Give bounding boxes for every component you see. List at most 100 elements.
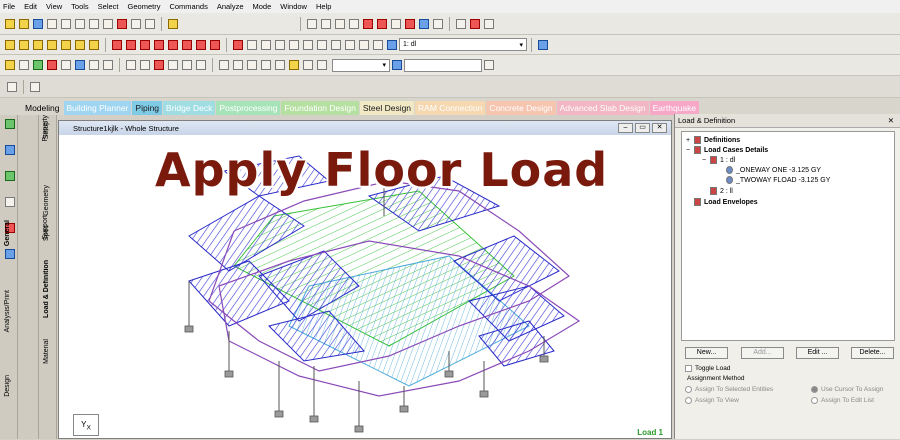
- zoom-window-icon[interactable]: [247, 39, 257, 50]
- zoom-in-icon[interactable]: [261, 39, 271, 50]
- rotate-down-icon[interactable]: [126, 39, 136, 50]
- toggle-load-checkbox[interactable]: Toggle Load: [685, 365, 730, 372]
- plates-cursor-icon[interactable]: [261, 60, 271, 70]
- load-tree[interactable]: + Definitions − Load Cases Details −1 : dl…: [681, 131, 895, 341]
- cube-right-icon[interactable]: [47, 39, 57, 50]
- solid-icon[interactable]: [349, 18, 359, 29]
- beam-icon[interactable]: [321, 18, 331, 29]
- mode-tab-building-planner[interactable]: Building Planner: [63, 101, 132, 115]
- label-icon[interactable]: [140, 60, 150, 70]
- beams-cursor-icon[interactable]: [247, 60, 257, 70]
- view-f-icon[interactable]: [75, 60, 85, 70]
- mode-tab-steel-design[interactable]: Steel Design: [359, 101, 415, 115]
- setup-icon[interactable]: [5, 119, 15, 129]
- color-icon[interactable]: [419, 18, 429, 29]
- surface-cursor-icon[interactable]: [275, 60, 285, 70]
- pan-icon[interactable]: [196, 39, 206, 50]
- tab-general[interactable]: General: [4, 220, 11, 246]
- cube-front-icon[interactable]: [5, 39, 15, 50]
- support-icon[interactable]: [363, 18, 373, 29]
- dimension-icon[interactable]: [126, 60, 136, 70]
- spin-right-icon[interactable]: [182, 39, 192, 50]
- load-icon[interactable]: [377, 18, 387, 29]
- add-button[interactable]: Add...: [741, 347, 784, 359]
- option-edit-list[interactable]: Assign To Edit List: [811, 397, 874, 404]
- panel-close-icon[interactable]: ✕: [888, 116, 894, 125]
- tab-property[interactable]: Property: [42, 115, 49, 141]
- tab-design[interactable]: Design: [4, 375, 11, 397]
- menu-help[interactable]: Help: [316, 2, 331, 11]
- zoom-all-icon[interactable]: [331, 39, 341, 50]
- rotate-up-icon[interactable]: [112, 39, 122, 50]
- value-field[interactable]: [404, 58, 482, 72]
- eye-icon[interactable]: [470, 18, 480, 29]
- snap-icon[interactable]: [359, 39, 369, 50]
- grid-icon[interactable]: [168, 60, 178, 70]
- redo-icon[interactable]: [145, 18, 155, 29]
- tree-item-oneway[interactable]: _ONEWAY ONE -3.125 GY: [726, 166, 821, 174]
- view-c-icon[interactable]: [33, 60, 43, 70]
- restore-icon[interactable]: ▭: [635, 123, 650, 133]
- hammer-icon[interactable]: [168, 18, 178, 29]
- tree-item-envelopes[interactable]: Load Envelopes: [694, 198, 758, 206]
- menu-commands[interactable]: Commands: [169, 2, 207, 11]
- cube-left-icon[interactable]: [33, 39, 43, 50]
- print-preview-icon[interactable]: [61, 18, 71, 29]
- cursor-icon[interactable]: [219, 60, 229, 70]
- menu-window[interactable]: Window: [280, 2, 307, 11]
- view-a-icon[interactable]: [5, 60, 15, 70]
- frame-icon[interactable]: [456, 18, 466, 29]
- select-grid-icon[interactable]: [233, 39, 243, 50]
- tree-item-load-cases[interactable]: − Load Cases Details: [686, 146, 768, 154]
- property-icon[interactable]: [5, 171, 15, 181]
- copy-icon[interactable]: [89, 18, 99, 29]
- cut-icon[interactable]: [75, 18, 85, 29]
- display-icon[interactable]: [345, 39, 355, 50]
- cube-back-icon[interactable]: [19, 39, 29, 50]
- ruler-icon[interactable]: [30, 81, 40, 92]
- mode-tab-bridge-deck[interactable]: Bridge Deck: [163, 101, 216, 115]
- tree-item-twoway[interactable]: _TWOWAY FLOAD -3.125 GY: [726, 176, 830, 184]
- menu-geometry[interactable]: Geometry: [128, 2, 161, 11]
- zoom-fit-icon[interactable]: [289, 39, 299, 50]
- delete-icon[interactable]: [117, 18, 127, 29]
- cube-bottom-icon[interactable]: [75, 39, 85, 50]
- tab-geometry[interactable]: Geometry: [43, 185, 50, 216]
- spec-icon[interactable]: [5, 197, 15, 207]
- delete-button[interactable]: Delete...: [851, 347, 894, 359]
- mode-tab-concrete-design[interactable]: Concrete Design: [486, 101, 556, 115]
- save-icon[interactable]: [33, 18, 43, 29]
- menu-select[interactable]: Select: [98, 2, 119, 11]
- orbit-icon[interactable]: [210, 39, 220, 50]
- view-e-icon[interactable]: [61, 60, 71, 70]
- mode-tab-postprocessing[interactable]: Postprocessing: [216, 101, 281, 115]
- new-file-icon[interactable]: [5, 18, 15, 29]
- release-icon[interactable]: [405, 18, 415, 29]
- load-tab-icon[interactable]: [5, 249, 15, 259]
- menu-tools[interactable]: Tools: [71, 2, 89, 11]
- tab-load-definition[interactable]: Load & Definition: [43, 260, 50, 318]
- tab-support[interactable]: Support: [42, 215, 49, 240]
- highlight-icon[interactable]: [289, 60, 299, 70]
- geometry-icon[interactable]: [5, 145, 15, 155]
- rotate-icon[interactable]: [433, 18, 443, 29]
- rotate-left-icon[interactable]: [140, 39, 150, 50]
- tab-analysis-print[interactable]: Analysis/Print: [4, 290, 11, 332]
- mesh-icon[interactable]: [154, 60, 164, 70]
- view-g-icon[interactable]: [89, 60, 99, 70]
- move-icon[interactable]: [182, 60, 192, 70]
- magnify-icon[interactable]: [373, 39, 383, 50]
- tab-material[interactable]: Material: [43, 339, 50, 364]
- zoom-out-icon[interactable]: [275, 39, 285, 50]
- zoom-dynamic-icon[interactable]: [317, 39, 327, 50]
- print-icon[interactable]: [47, 18, 57, 29]
- close-icon[interactable]: ✕: [652, 123, 667, 133]
- view-h-icon[interactable]: [103, 60, 113, 70]
- option-assign-view[interactable]: Assign To View: [685, 397, 739, 404]
- view-b-icon[interactable]: [19, 60, 29, 70]
- scale-icon[interactable]: [196, 60, 206, 70]
- view-d-icon[interactable]: [47, 60, 57, 70]
- nodes-cursor-icon[interactable]: [233, 60, 243, 70]
- menu-edit[interactable]: Edit: [24, 2, 37, 11]
- open-folder-icon[interactable]: [19, 18, 29, 29]
